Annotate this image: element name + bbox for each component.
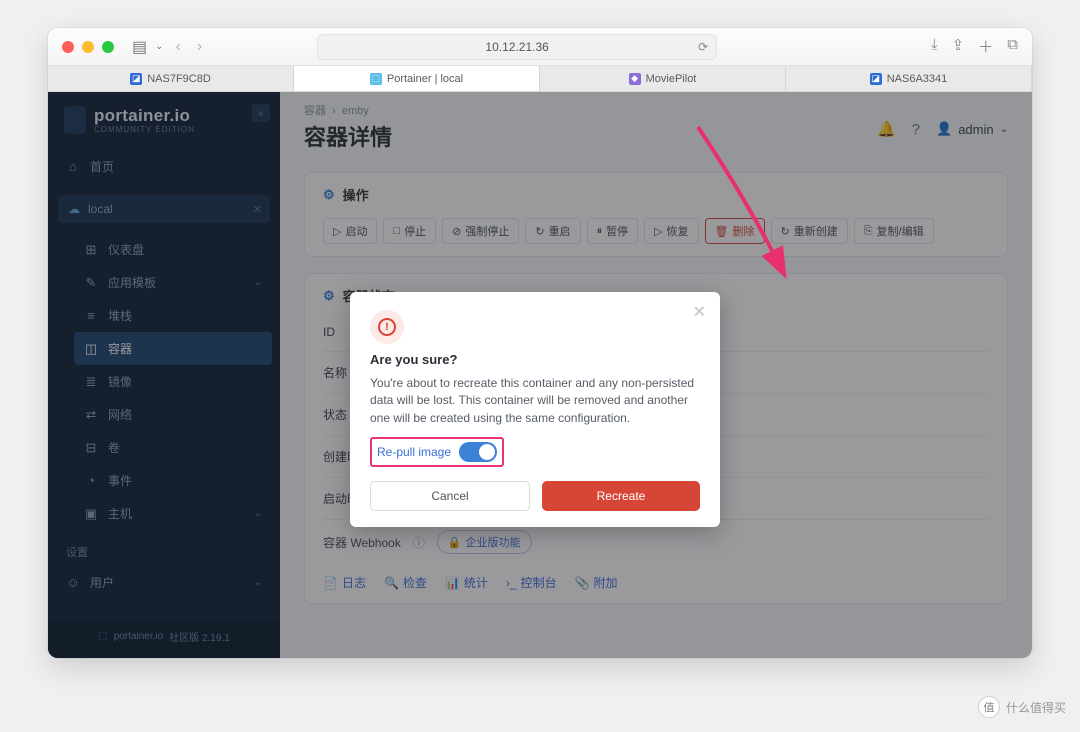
- tab-strip: ◪NAS7F9C8D ⬚Portainer | local ◆MoviePilo…: [48, 66, 1032, 92]
- maximize-window-icon[interactable]: [102, 41, 114, 53]
- window-controls: [62, 41, 114, 53]
- tab-icon: ◆: [629, 73, 641, 85]
- repull-toggle-row: Re-pull image: [370, 437, 504, 467]
- minimize-window-icon[interactable]: [82, 41, 94, 53]
- tabs-overview-icon[interactable]: ⧉: [1007, 36, 1018, 57]
- titlebar: ▤ ⌄ ‹ › 10.12.21.36 ⟳ ⤓ ⇪ ＋ ⧉: [48, 28, 1032, 66]
- download-icon[interactable]: ⤓: [931, 36, 938, 57]
- sidebar-toggle-icon[interactable]: ▤: [132, 37, 147, 57]
- close-window-icon[interactable]: [62, 41, 74, 53]
- tab-nas2[interactable]: ◪NAS6A3341: [786, 66, 1032, 91]
- refresh-icon[interactable]: ⟳: [698, 40, 708, 54]
- modal-body: You're about to recreate this container …: [370, 375, 700, 427]
- recreate-confirm-button[interactable]: Recreate: [542, 481, 700, 511]
- confirm-modal: ✕ ! Are you sure? You're about to recrea…: [350, 292, 720, 527]
- url-text: 10.12.21.36: [485, 40, 548, 54]
- tab-icon: ◪: [870, 73, 882, 85]
- tab-nas1[interactable]: ◪NAS7F9C8D: [48, 66, 294, 91]
- tab-portainer[interactable]: ⬚Portainer | local: [294, 66, 540, 91]
- watermark: 值 什么值得买: [978, 696, 1066, 718]
- watermark-icon: 值: [978, 696, 1000, 718]
- share-icon[interactable]: ⇪: [952, 36, 965, 57]
- toggle-label: Re-pull image: [377, 445, 451, 459]
- cancel-button[interactable]: Cancel: [370, 481, 530, 511]
- dropdown-icon[interactable]: ⌄: [155, 41, 163, 52]
- forward-icon[interactable]: ›: [193, 38, 206, 56]
- repull-toggle[interactable]: [459, 442, 497, 462]
- tab-icon: ⬚: [370, 73, 382, 85]
- back-icon[interactable]: ‹: [172, 38, 185, 56]
- url-bar[interactable]: 10.12.21.36 ⟳: [317, 34, 717, 60]
- tab-moviepilot[interactable]: ◆MoviePilot: [540, 66, 786, 91]
- browser-window: ▤ ⌄ ‹ › 10.12.21.36 ⟳ ⤓ ⇪ ＋ ⧉ ◪NAS7F9C8D…: [48, 28, 1032, 658]
- close-icon[interactable]: ✕: [693, 302, 706, 322]
- new-tab-icon[interactable]: ＋: [978, 36, 993, 57]
- tab-icon: ◪: [130, 73, 142, 85]
- app: portainer.io COMMUNITY EDITION « ⌂首页 ☁ l…: [48, 92, 1032, 658]
- alert-icon: !: [370, 310, 404, 344]
- modal-title: Are you sure?: [370, 352, 700, 367]
